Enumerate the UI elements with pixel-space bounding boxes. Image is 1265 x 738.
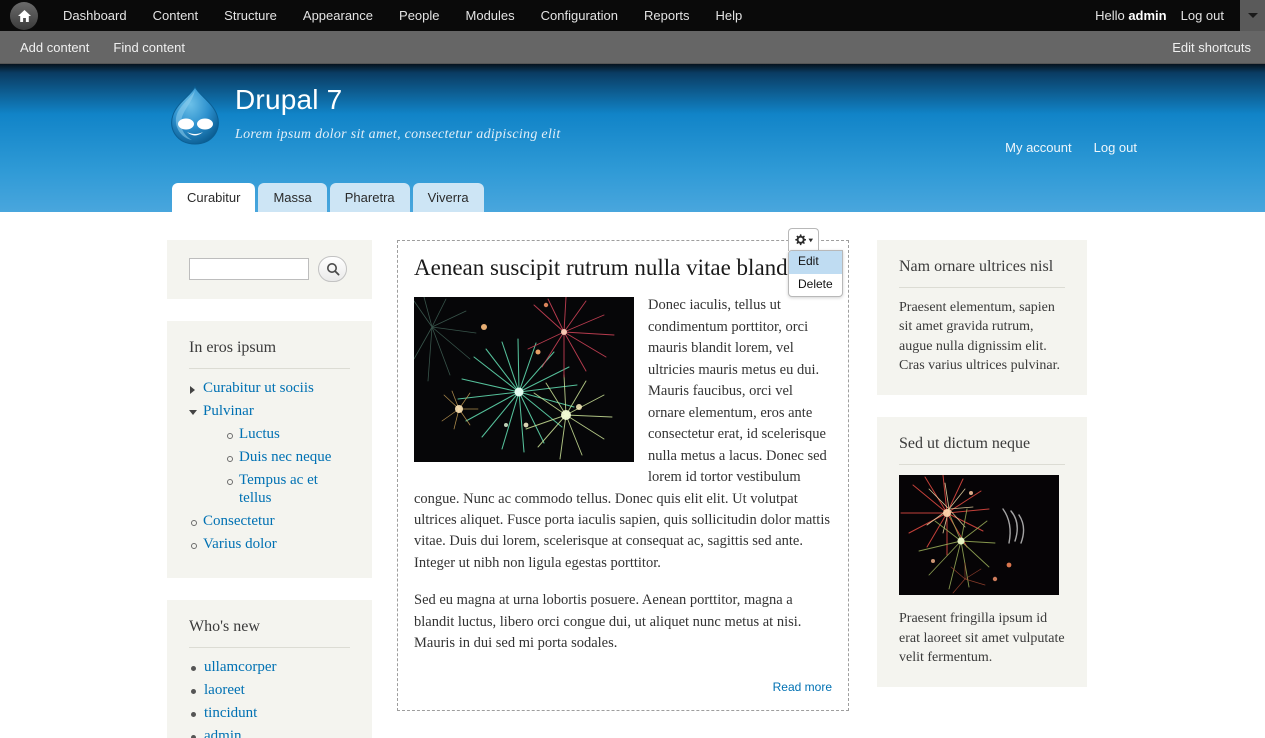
toolbar-item-structure[interactable]: Structure bbox=[211, 0, 290, 31]
greeting-text: Hello admin bbox=[1095, 8, 1181, 23]
node-body: Donec iaculis, tellus ut condimentum por… bbox=[414, 295, 832, 698]
list-item[interactable]: ullamcorper bbox=[189, 658, 350, 676]
list-item[interactable]: tincidunt bbox=[189, 704, 350, 722]
contextual-menu: Edit Delete bbox=[788, 250, 843, 298]
search-icon bbox=[326, 263, 340, 276]
block-title: Who's new bbox=[189, 618, 350, 648]
shortcut-find-content[interactable]: Find content bbox=[101, 31, 197, 64]
block-body: Praesent elementum, sapien sit amet grav… bbox=[899, 300, 1060, 373]
username-label: admin bbox=[1128, 8, 1167, 23]
main-menu: Curabitur Massa Pharetra Viverra bbox=[172, 183, 487, 212]
node-article: Edit Delete Aenean suscipit rutrum nulla… bbox=[397, 228, 849, 712]
shortcut-add-content[interactable]: Add content bbox=[8, 31, 101, 64]
user-link[interactable]: tincidunt bbox=[204, 705, 257, 721]
toolbar-item-dashboard[interactable]: Dashboard bbox=[50, 0, 140, 31]
fireworks-image bbox=[414, 297, 634, 463]
chevron-down-icon[interactable] bbox=[1240, 0, 1265, 31]
submenu: Luctus Duis nec neque Tempus ac et tellu… bbox=[203, 425, 350, 507]
menu-item-label[interactable]: Luctus bbox=[239, 426, 280, 442]
site-header: My account Log out Drupal 7 Lorem ipsum … bbox=[0, 64, 1265, 212]
menu-list: Curabitur ut sociis Pulvinar Luctus Duis… bbox=[189, 379, 350, 553]
contextual-delete-link[interactable]: Delete bbox=[789, 274, 842, 297]
site-branding[interactable]: Drupal 7 Lorem ipsum dolor sit amet, con… bbox=[167, 84, 561, 147]
menu-item-label[interactable]: Pulvinar bbox=[203, 403, 254, 419]
page-title: Aenean suscipit rutrum nulla vitae bland… bbox=[414, 255, 801, 280]
search-input[interactable] bbox=[189, 258, 309, 280]
sidebar-first: In eros ipsum Curabitur ut sociis Pulvin… bbox=[167, 240, 372, 738]
menu-item-curabitur-ut-sociis[interactable]: Curabitur ut sociis bbox=[189, 379, 350, 397]
menu-item-varius-dolor[interactable]: Varius dolor bbox=[189, 535, 350, 553]
contextual-edit-link[interactable]: Edit bbox=[789, 251, 842, 274]
menu-item-tempus-ac-et-tellus[interactable]: Tempus ac et tellus bbox=[225, 471, 350, 507]
drupal-drop-logo bbox=[171, 85, 219, 145]
sidebar-block-sed-ut-dictum: Sed ut dictum neque Praesent fringilla i… bbox=[877, 417, 1087, 688]
fireworks-image-graphic bbox=[899, 475, 1059, 596]
menu-block-in-eros-ipsum: In eros ipsum Curabitur ut sociis Pulvin… bbox=[167, 321, 372, 578]
block-title: In eros ipsum bbox=[189, 339, 350, 369]
toolbar-user-area: Hello admin Log out bbox=[1095, 0, 1265, 31]
toolbar-menu: Dashboard Content Structure Appearance P… bbox=[50, 0, 755, 31]
block-title: Nam ornare ultrices nisl bbox=[899, 258, 1065, 288]
toolbar-item-reports[interactable]: Reports bbox=[631, 0, 703, 31]
toolbar-item-configuration[interactable]: Configuration bbox=[528, 0, 631, 31]
menu-item-label[interactable]: Consectetur bbox=[203, 513, 275, 529]
sidebar-second: Nam ornare ultrices nisl Praesent elemen… bbox=[877, 240, 1087, 738]
menu-item-duis-nec-neque[interactable]: Duis nec neque bbox=[225, 448, 350, 466]
sidebar-block-nam-ornare: Nam ornare ultrices nisl Praesent elemen… bbox=[877, 240, 1087, 396]
toolbar-item-help[interactable]: Help bbox=[703, 0, 756, 31]
fireworks-image-graphic bbox=[414, 297, 634, 463]
header-logout-link[interactable]: Log out bbox=[1094, 140, 1137, 155]
gear-icon-glyph bbox=[794, 234, 813, 246]
menu-item-label[interactable]: Curabitur ut sociis bbox=[203, 380, 314, 396]
user-list: ullamcorper laoreet tincidunt admin bbox=[189, 658, 350, 738]
main-content: Edit Delete Aenean suscipit rutrum nulla… bbox=[397, 228, 849, 738]
admin-toolbar: Dashboard Content Structure Appearance P… bbox=[0, 0, 1265, 31]
search-button[interactable] bbox=[318, 256, 347, 282]
toolbar-item-content[interactable]: Content bbox=[140, 0, 212, 31]
user-link[interactable]: ullamcorper bbox=[204, 659, 276, 675]
list-item[interactable]: admin bbox=[189, 727, 350, 738]
toolbar-item-appearance[interactable]: Appearance bbox=[290, 0, 386, 31]
site-name[interactable]: Drupal 7 bbox=[235, 84, 561, 116]
menu-item-label[interactable]: Tempus ac et tellus bbox=[239, 472, 318, 506]
site-title-group: Drupal 7 Lorem ipsum dolor sit amet, con… bbox=[235, 84, 561, 143]
list-item[interactable]: laoreet bbox=[189, 681, 350, 699]
my-account-link[interactable]: My account bbox=[1005, 140, 1071, 155]
read-more-link[interactable]: Read more bbox=[773, 680, 832, 694]
block-title: Sed ut dictum neque bbox=[899, 435, 1065, 466]
block-caption: Praesent fringilla ipsum id erat laoreet… bbox=[899, 611, 1065, 665]
header-user-links: My account Log out bbox=[1005, 140, 1137, 155]
page-container: In eros ipsum Curabitur ut sociis Pulvin… bbox=[0, 212, 1265, 738]
chevron-down-glyph bbox=[1247, 13, 1258, 18]
toolbar-item-modules[interactable]: Modules bbox=[453, 0, 528, 31]
contextual-links: Edit Delete bbox=[788, 228, 843, 298]
user-link[interactable]: admin bbox=[204, 728, 242, 738]
toolbar-item-people[interactable]: People bbox=[386, 0, 452, 31]
site-slogan: Lorem ipsum dolor sit amet, consectetur … bbox=[235, 126, 561, 142]
shortcut-bar: Add content Find content Edit shortcuts bbox=[0, 31, 1265, 64]
toolbar-logout-link[interactable]: Log out bbox=[1181, 8, 1240, 23]
main-menu-tab-massa[interactable]: Massa bbox=[258, 183, 327, 212]
menu-item-pulvinar[interactable]: Pulvinar Luctus Duis nec neque Tempus ac… bbox=[189, 402, 350, 507]
main-menu-tab-viverra[interactable]: Viverra bbox=[412, 183, 484, 212]
menu-item-consectetur[interactable]: Consectetur bbox=[189, 512, 350, 530]
main-menu-tab-pharetra[interactable]: Pharetra bbox=[329, 183, 410, 212]
menu-item-luctus[interactable]: Luctus bbox=[225, 425, 350, 443]
home-icon-glyph bbox=[17, 9, 31, 22]
fireworks-image bbox=[899, 475, 1059, 596]
gear-icon[interactable] bbox=[788, 228, 819, 251]
greeting-prefix: Hello bbox=[1095, 8, 1129, 23]
node-paragraph-2: Sed eu magna at urna lobortis posuere. A… bbox=[414, 592, 802, 652]
menu-item-label[interactable]: Duis nec neque bbox=[239, 449, 331, 465]
search-block bbox=[167, 240, 372, 299]
edit-shortcuts-link[interactable]: Edit shortcuts bbox=[1172, 31, 1251, 64]
home-icon[interactable] bbox=[10, 1, 38, 30]
main-menu-tab-curabitur[interactable]: Curabitur bbox=[172, 183, 256, 212]
read-more-wrapper: Read more bbox=[414, 671, 832, 698]
user-link[interactable]: laoreet bbox=[204, 682, 245, 698]
whos-new-block: Who's new ullamcorper laoreet tincidunt … bbox=[167, 600, 372, 738]
menu-item-label[interactable]: Varius dolor bbox=[203, 536, 277, 552]
